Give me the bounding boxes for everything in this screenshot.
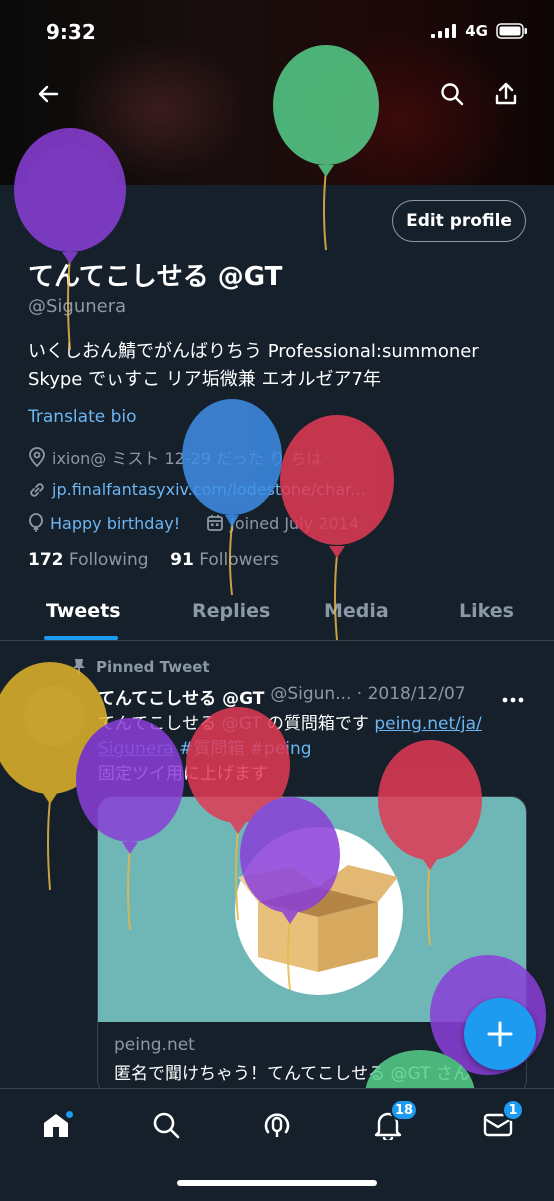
pinned-tweet-label: Pinned Tweet <box>72 658 210 676</box>
pinned-text: Pinned Tweet <box>96 658 210 676</box>
joined-text: Joined July 2014 <box>230 513 359 533</box>
card-domain: peing.net <box>114 1035 195 1055</box>
profile-display-name: てんてこしせる @GT <box>28 262 283 292</box>
tweet-line-3: 固定ツイ用に上げます <box>98 764 268 784</box>
tweet-hashtags[interactable]: #質問箱 #peing <box>174 739 311 759</box>
share-icon <box>495 82 517 105</box>
nav-notifications[interactable]: 18 <box>368 1099 419 1145</box>
following-label: Following <box>68 550 149 570</box>
home-indicator <box>177 1180 377 1186</box>
birthday-joined-row: Happy birthday! Joined July 2014 <box>28 513 359 533</box>
notifications-badge: 18 <box>390 1099 419 1121</box>
balloon-icon <box>29 513 43 532</box>
status-bar: 9:32 4G <box>0 16 554 50</box>
tab-replies[interactable]: Replies <box>192 600 270 622</box>
profile-handle: @Sigunera <box>28 296 127 317</box>
followers-label: Followers <box>199 550 279 570</box>
tweet-author-name[interactable]: てんてこしせる @GT <box>98 684 264 709</box>
following-link[interactable]: 172 Following <box>28 550 149 570</box>
calendar-icon <box>207 515 224 531</box>
back-button[interactable] <box>28 74 68 114</box>
nav-home[interactable] <box>36 1105 76 1145</box>
tweet-text: てんてこしせる @GT の質問箱です peing.net/ja/ Siguner… <box>98 712 518 787</box>
plus-icon <box>487 1021 513 1047</box>
battery-icon <box>496 23 527 39</box>
website-row: jp.finalfantasyxiv.com/lodestone/char... <box>28 480 366 499</box>
spaces-icon <box>264 1113 290 1137</box>
nav-spaces[interactable] <box>257 1105 297 1145</box>
edit-profile-button[interactable]: Edit profile <box>392 200 526 242</box>
tweet-mention[interactable]: @GT <box>222 714 262 734</box>
share-button[interactable] <box>486 74 526 114</box>
following-count: 172 <box>28 550 64 570</box>
birthday-text[interactable]: Happy birthday! <box>50 514 180 533</box>
location-pin-icon <box>29 447 45 467</box>
tweet-meta: @Sigun... · 2018/12/07 <box>270 684 466 704</box>
profile-avatar[interactable] <box>24 145 118 239</box>
signal-icon <box>431 24 457 38</box>
back-arrow-icon <box>38 85 59 103</box>
followers-link[interactable]: 91 Followers <box>170 550 279 570</box>
translate-bio-link[interactable]: Translate bio <box>28 407 137 427</box>
tweet-header: てんてこしせる @GT @Sigun... · 2018/12/07 <box>98 684 466 709</box>
card-image <box>98 797 526 1022</box>
status-icons: 4G <box>431 22 528 40</box>
tab-media[interactable]: Media <box>324 600 389 622</box>
more-dots-icon <box>502 697 524 703</box>
location-row: ixion@ ミスト 12-29 だった り ちは <box>28 445 322 469</box>
search-icon <box>441 83 464 106</box>
bio-line-2: Skype でぃすこ リア垢微兼 エオルゼア7年 <box>28 369 381 390</box>
profile-tabs: Tweets Replies Media Likes <box>0 585 554 641</box>
profile-bio: いくしおん鯖でがんばりちう Professional:summoner Skyp… <box>28 338 528 394</box>
website-link[interactable]: jp.finalfantasyxiv.com/lodestone/char... <box>52 480 366 499</box>
tweet-more-button[interactable] <box>502 684 524 708</box>
box-icon <box>238 865 398 972</box>
compose-tweet-button[interactable] <box>464 998 536 1070</box>
network-label: 4G <box>465 22 488 40</box>
tweet-text-part: てんてこしせる <box>98 714 222 734</box>
pin-icon <box>73 659 85 675</box>
tab-tweets[interactable]: Tweets <box>46 600 121 622</box>
tab-likes[interactable]: Likes <box>459 600 514 622</box>
bio-line-1: いくしおん鯖でがんばりちう Professional:summoner <box>28 341 479 362</box>
location-text: ixion@ ミスト 12-29 だった り ちは <box>52 449 323 468</box>
active-tab-indicator <box>44 636 118 640</box>
tweet-link-2[interactable]: Sigunera <box>98 739 174 759</box>
search-icon <box>153 1112 180 1139</box>
home-new-dot <box>66 1111 73 1118</box>
tweet-text-part: の質問箱です <box>261 714 375 734</box>
follow-stats: 172 Following 91 Followers <box>28 550 279 570</box>
followers-count: 91 <box>170 550 194 570</box>
tweet-author-avatar[interactable] <box>24 686 84 746</box>
nav-search[interactable] <box>146 1105 186 1145</box>
nav-messages[interactable]: 1 <box>478 1099 524 1145</box>
link-icon <box>30 482 44 497</box>
status-time: 9:32 <box>46 20 96 44</box>
link-preview-card[interactable]: peing.net 匿名で聞けちゃう！てんてこしせる @GT さん の質問箱です <box>97 796 527 1096</box>
card-title-line-1: 匿名で聞けちゃう！てんてこしせる @GT さん <box>114 1064 470 1084</box>
tweet-link-1[interactable]: peing.net/ja/ <box>374 714 481 734</box>
search-button[interactable] <box>432 74 472 114</box>
messages-badge: 1 <box>502 1099 524 1121</box>
